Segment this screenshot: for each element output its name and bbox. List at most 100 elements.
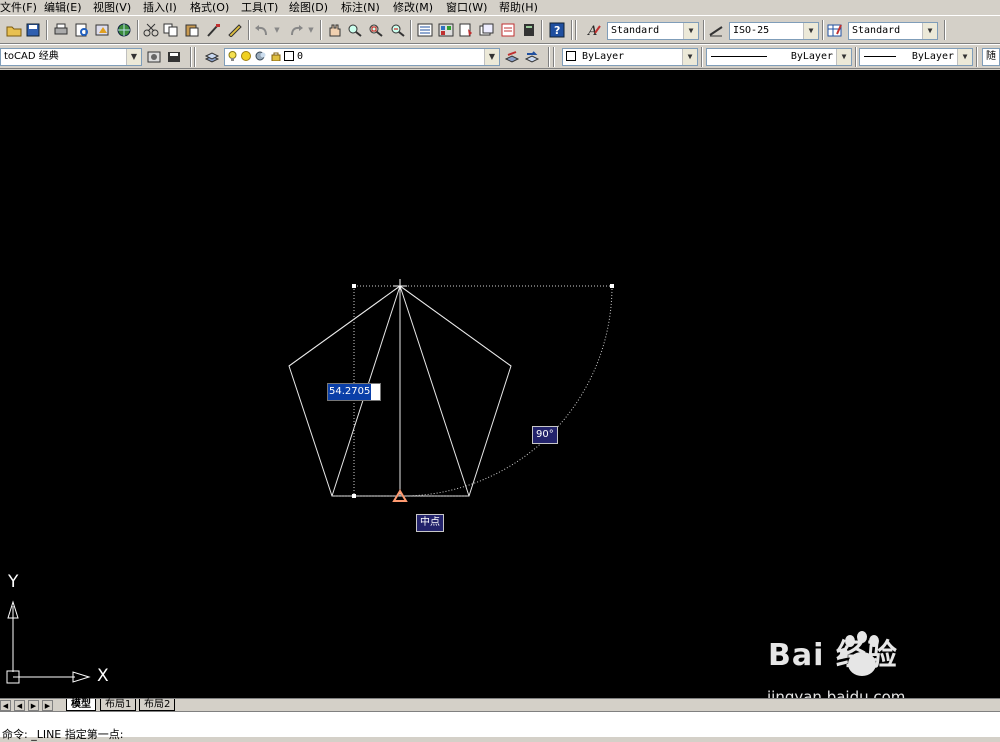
lineweight-preview	[864, 56, 896, 57]
toolbar-separator	[976, 47, 978, 67]
dimension-style-select[interactable]: ISO-25 ▼	[729, 22, 819, 40]
chevron-down-icon[interactable]: ▼	[922, 23, 937, 39]
tab-first-icon[interactable]: ◀	[0, 700, 11, 711]
text-style-icon[interactable]: A	[585, 21, 603, 39]
line-apex-left[interactable]	[288, 285, 401, 367]
menu-dimension[interactable]: 标注(N)	[341, 0, 380, 15]
toolbar-separator	[541, 20, 543, 40]
workspace-value: toCAD 经典	[4, 51, 59, 62]
chevron-down-icon[interactable]: ▼	[836, 49, 851, 65]
tab-prev-icon[interactable]: ◀	[14, 700, 25, 711]
copy-icon[interactable]	[162, 21, 180, 39]
command-line[interactable]: 命令: _LINE 指定第一点:	[0, 711, 1000, 741]
linetype-control-select[interactable]: ByLayer ▼	[706, 48, 852, 66]
dynamic-input-field[interactable]: 54.2705	[327, 383, 381, 401]
block-editor-icon[interactable]	[226, 21, 244, 39]
viewport-freeze-icon	[255, 51, 267, 61]
markup-set-icon[interactable]	[499, 21, 517, 39]
cut-icon[interactable]	[142, 21, 160, 39]
print-icon[interactable]	[52, 21, 70, 39]
menu-format[interactable]: 格式(O)	[190, 0, 229, 15]
color-swatch	[566, 51, 576, 61]
pan-realtime-icon[interactable]	[326, 21, 344, 39]
undo-icon[interactable]	[253, 21, 271, 39]
chevron-down-icon[interactable]: ▼	[484, 49, 499, 65]
grip-point[interactable]	[352, 284, 356, 288]
redo-icon[interactable]	[287, 21, 305, 39]
drawing-canvas[interactable]: Y X 54.2705 90° 中点 Bai 经验 jingyan.baidu.…	[0, 70, 1000, 698]
toolbar-separator	[571, 20, 573, 40]
color-control-select[interactable]: ByLayer ▼	[562, 48, 698, 66]
text-style-select[interactable]: Standard ▼	[607, 22, 699, 40]
ucs-x-arrow-icon	[72, 671, 91, 683]
menu-tools[interactable]: 工具(T)	[241, 0, 278, 15]
save-icon[interactable]	[24, 21, 42, 39]
make-object-layer-current-icon[interactable]	[503, 48, 521, 66]
print-preview-icon[interactable]	[73, 21, 91, 39]
design-center-icon[interactable]	[437, 21, 455, 39]
line-apex-right[interactable]	[399, 285, 512, 367]
open-file-icon[interactable]	[5, 21, 23, 39]
toolbar-separator	[855, 47, 857, 67]
redo-dropdown-icon[interactable]: ▼	[306, 21, 316, 39]
zoom-realtime-icon[interactable]	[346, 21, 364, 39]
toolbar-separator	[248, 20, 250, 40]
color-value: ByLayer	[582, 51, 625, 62]
toolbar-separator	[410, 20, 412, 40]
menu-view[interactable]: 视图(V)	[93, 0, 131, 15]
chevron-down-icon[interactable]: ▼	[683, 23, 698, 39]
menu-file[interactable]: 文件(F)	[0, 0, 37, 15]
grip-point[interactable]	[610, 284, 614, 288]
ucs-x-label: X	[97, 666, 109, 686]
tool-palettes-icon[interactable]	[457, 21, 475, 39]
menu-modify[interactable]: 修改(M)	[393, 0, 433, 15]
help-icon[interactable]: ?	[548, 21, 566, 39]
globe-publish-icon[interactable]	[115, 21, 133, 39]
undo-dropdown-icon[interactable]: ▼	[272, 21, 282, 39]
toolbar-separator	[553, 47, 555, 67]
sheet-set-icon[interactable]	[478, 21, 496, 39]
layer-properties-manager-icon[interactable]	[203, 48, 221, 66]
tab-last-icon[interactable]: ▶	[42, 700, 53, 711]
grip-point[interactable]	[352, 494, 356, 498]
tab-model[interactable]: 模型	[66, 699, 96, 711]
zoom-window-icon[interactable]	[367, 21, 385, 39]
layer-select[interactable]: 0 ▼	[224, 48, 500, 66]
tab-next-icon[interactable]: ▶	[28, 700, 39, 711]
dimension-style-icon[interactable]	[707, 21, 725, 39]
line-apex-bottom-right[interactable]	[399, 285, 470, 497]
match-properties-icon[interactable]	[205, 21, 223, 39]
workspace-select[interactable]: toCAD 经典 ▼	[0, 48, 142, 66]
lineweight-control-select[interactable]: ByLayer ▼	[859, 48, 973, 66]
paste-icon[interactable]	[183, 21, 201, 39]
table-style-icon[interactable]	[826, 21, 844, 39]
quickcalc-icon[interactable]	[520, 21, 538, 39]
menu-help[interactable]: 帮助(H)	[499, 0, 538, 15]
plotstyle-control-select[interactable]: 随	[982, 48, 1000, 66]
chevron-down-icon[interactable]: ▼	[803, 23, 818, 39]
menu-insert[interactable]: 插入(I)	[143, 0, 177, 15]
baidu-logo: Bai 经验	[768, 638, 898, 673]
toolbar-separator	[703, 20, 705, 40]
layer-previous-icon[interactable]	[523, 48, 541, 66]
toolbar-separator	[320, 20, 322, 40]
workspace-save-icon[interactable]	[165, 48, 183, 66]
properties-icon[interactable]	[416, 21, 434, 39]
chevron-down-icon[interactable]: ▼	[957, 49, 972, 65]
menu-draw[interactable]: 绘图(D)	[289, 0, 328, 15]
lightbulb-icon	[228, 51, 237, 61]
chevron-down-icon[interactable]: ▼	[682, 49, 697, 65]
lineweight-value: ByLayer	[911, 51, 954, 62]
svg-text:?: ?	[554, 24, 560, 37]
menu-edit[interactable]: 编辑(E)	[44, 0, 82, 15]
chevron-down-icon[interactable]: ▼	[126, 49, 141, 65]
tab-layout1[interactable]: 布局1	[100, 699, 137, 711]
tab-layout2[interactable]: 布局2	[139, 699, 176, 711]
publish-icon[interactable]	[94, 21, 112, 39]
zoom-previous-icon[interactable]	[389, 21, 407, 39]
workspace-settings-icon[interactable]	[145, 48, 163, 66]
drawing-svg	[6, 279, 879, 684]
table-style-select[interactable]: Standard ▼	[848, 22, 938, 40]
table-style-value: Standard	[852, 25, 901, 36]
menu-window[interactable]: 窗口(W)	[446, 0, 487, 15]
